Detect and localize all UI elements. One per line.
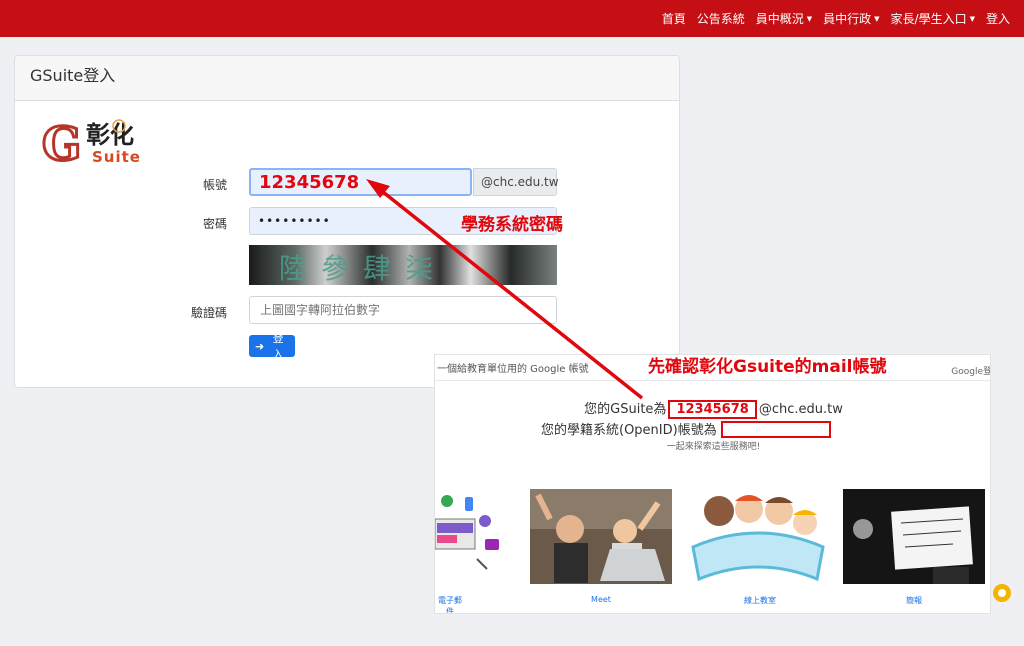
openid-highlight-box	[721, 421, 831, 438]
sign-in-icon: ➜	[255, 339, 265, 353]
captcha-input[interactable]	[249, 296, 557, 324]
captcha-label: 驗證碼	[190, 306, 227, 320]
captcha-text: 陸參肆柒	[279, 252, 448, 285]
svg-text:G: G	[42, 117, 81, 168]
tile-label-email[interactable]: 電子郵件	[435, 595, 465, 613]
nav-administration[interactable]: 員中行政 ▼	[823, 10, 879, 27]
gsuite-id-highlight: 12345678	[668, 400, 757, 419]
nav-announcements[interactable]: 公告系統	[697, 10, 745, 27]
account-input[interactable]	[249, 168, 472, 196]
nav-parent-student-portal[interactable]: 家長/學生入口 ▼	[891, 10, 975, 27]
meet-tile-image[interactable]	[530, 489, 672, 584]
mail-annotation: 先確認彰化Gsuite的mail帳號	[648, 357, 887, 377]
chc-gsuite-logo: G 彰化 Suite	[41, 116, 152, 173]
overlay-header-right: Google登	[951, 367, 991, 377]
caret-down-icon: ▼	[969, 14, 975, 23]
caret-down-icon: ▼	[806, 14, 813, 23]
nav-home[interactable]: 首頁	[662, 10, 686, 27]
explore-services-text: 一起來探索這些服務吧!	[666, 442, 761, 452]
top-navbar: 首頁 公告系統 員中概況 ▼ 員中行政 ▼ 家長/學生入口 ▼ 登入	[0, 0, 1024, 37]
openid-account-line: 您的學籍系統(OpenID)帳號為	[541, 423, 717, 438]
login-button[interactable]: ➜ 登入	[249, 332, 295, 361]
settings-gear-icon[interactable]	[992, 583, 1012, 603]
captcha-image: 陸參肆柒	[249, 245, 557, 285]
google-account-overlay: 一個給教育單位用的 Google 帳號 Google登 您的GSuite為 123…	[434, 354, 991, 614]
tile-label-classroom[interactable]: 線上教室	[735, 595, 785, 606]
password-annotation: 學務系統密碼	[461, 215, 563, 235]
gsuite-login-card: GSuite登入 G 彰化 Suite 帳號 @chc.edu.tw 密碼 陸參…	[14, 55, 680, 388]
tile-label-slides[interactable]: 簡報	[893, 595, 935, 606]
account-label: 帳號	[202, 178, 227, 192]
nav-login[interactable]: 登入	[986, 10, 1010, 27]
classroom-tile-image[interactable]	[687, 489, 829, 584]
password-label: 密碼	[202, 217, 227, 231]
svg-text:Suite: Suite	[92, 148, 141, 166]
caret-down-icon: ▼	[874, 14, 880, 23]
slides-tile-image[interactable]	[843, 489, 985, 584]
nav-about[interactable]: 員中概況 ▼	[756, 10, 812, 27]
email-domain-suffix: @chc.edu.tw	[473, 168, 559, 196]
card-title: GSuite登入	[15, 56, 679, 101]
svg-text:彰化: 彰化	[86, 120, 134, 149]
tile-label-meet[interactable]: Meet	[580, 595, 622, 604]
overlay-header-text: 一個給教育單位用的 Google 帳號	[437, 364, 589, 375]
nav-menu: 首頁 公告系統 員中概況 ▼ 員中行政 ▼ 家長/學生入口 ▼ 登入	[662, 0, 1010, 37]
gsuite-account-line: 您的GSuite為 12345678 @chc.edu.tw	[584, 400, 843, 419]
